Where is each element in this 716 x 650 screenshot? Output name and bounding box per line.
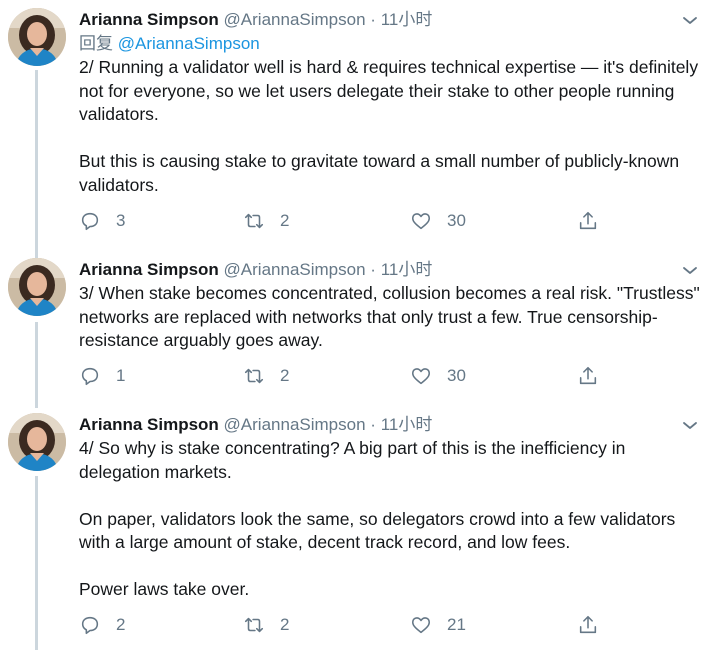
author-name[interactable]: Arianna Simpson [79, 10, 219, 29]
reply-count: 2 [116, 615, 126, 634]
like-count: 21 [447, 615, 466, 634]
like-button[interactable]: 21 [410, 611, 466, 639]
like-count: 30 [447, 211, 466, 230]
like-button[interactable]: 30 [410, 362, 466, 390]
like-count: 30 [447, 366, 466, 385]
tweet-actions: 3 2 30 [79, 207, 619, 235]
author-handle[interactable]: @AriannaSimpson [224, 260, 366, 279]
heart-icon [411, 368, 431, 385]
timestamp[interactable]: 11小时 [381, 10, 433, 29]
reply-count: 3 [116, 211, 126, 230]
like-button[interactable]: 30 [410, 207, 466, 235]
retweet-button[interactable]: 2 [243, 362, 289, 390]
retweet-count: 2 [280, 211, 290, 230]
timestamp[interactable]: 11小时 [381, 415, 433, 434]
avatar[interactable] [8, 258, 66, 316]
share-button[interactable] [577, 611, 599, 639]
reply-mention-link[interactable]: @AriannaSimpson [118, 34, 260, 53]
chevron-down-icon[interactable] [678, 258, 702, 282]
tweet-actions: 1 2 30 [79, 362, 619, 390]
timestamp[interactable]: 11小时 [381, 260, 433, 279]
author-name[interactable]: Arianna Simpson [79, 260, 219, 279]
reply-button[interactable]: 3 [79, 207, 125, 235]
tweet-header: Arianna Simpson @AriannaSimpson · 11小时 [79, 258, 704, 282]
avatar[interactable] [8, 8, 66, 66]
chevron-down-icon[interactable] [678, 413, 702, 437]
tweet-paragraph: Power laws take over. [79, 579, 250, 599]
author-name[interactable]: Arianna Simpson [79, 415, 219, 434]
tweet-text: 2/ Running a validator well is hard & re… [79, 56, 704, 197]
tweet[interactable]: Arianna Simpson @AriannaSimpson · 11小时 3… [0, 250, 716, 405]
retweet-button[interactable]: 2 [243, 207, 289, 235]
separator-dot: · [370, 260, 376, 279]
tweet-paragraph: 3/ When stake becomes concentrated, coll… [79, 283, 700, 350]
tweet-text: 4/ So why is stake concentrating? A big … [79, 437, 704, 602]
heart-icon [411, 617, 431, 634]
chevron-down-icon[interactable] [678, 8, 702, 32]
tweet[interactable]: Arianna Simpson @AriannaSimpson · 11小时 回… [0, 0, 716, 250]
retweet-icon [244, 213, 264, 229]
tweet-text: 3/ When stake becomes concentrated, coll… [79, 282, 704, 353]
retweet-icon [244, 617, 264, 633]
reply-icon [81, 367, 99, 386]
separator-dot: · [370, 10, 376, 29]
tweet-header: Arianna Simpson @AriannaSimpson · 11小时 [79, 8, 704, 32]
separator-dot: · [370, 415, 376, 434]
reply-prefix: 回复 [79, 34, 113, 53]
tweet-header: Arianna Simpson @AriannaSimpson · 11小时 [79, 413, 704, 437]
tweet-actions: 2 2 21 [79, 611, 619, 639]
author-handle[interactable]: @AriannaSimpson [224, 10, 366, 29]
tweet[interactable]: Arianna Simpson @AriannaSimpson · 11小时 4… [0, 405, 716, 650]
reply-context: 回复 @AriannaSimpson [79, 32, 704, 56]
reply-button[interactable]: 2 [79, 611, 125, 639]
share-icon [579, 615, 597, 634]
retweet-count: 2 [280, 366, 290, 385]
tweet-paragraph: 4/ So why is stake concentrating? A big … [79, 438, 626, 482]
retweet-button[interactable]: 2 [243, 611, 289, 639]
tweet-paragraph: On paper, validators look the same, so d… [79, 508, 676, 553]
retweet-count: 2 [280, 615, 290, 634]
reply-count: 1 [116, 366, 126, 385]
share-button[interactable] [577, 207, 599, 235]
author-handle[interactable]: @AriannaSimpson [224, 415, 366, 434]
tweet-paragraph: 2/ Running a validator well is hard & re… [79, 57, 699, 124]
share-icon [579, 211, 597, 230]
heart-icon [411, 213, 431, 230]
reply-button[interactable]: 1 [79, 362, 125, 390]
avatar[interactable] [8, 413, 66, 471]
tweet-paragraph: But this is causing stake to gravitate t… [79, 151, 680, 195]
reply-icon [81, 212, 99, 231]
reply-icon [81, 616, 99, 635]
share-icon [579, 366, 597, 385]
retweet-icon [244, 368, 264, 384]
share-button[interactable] [577, 362, 599, 390]
